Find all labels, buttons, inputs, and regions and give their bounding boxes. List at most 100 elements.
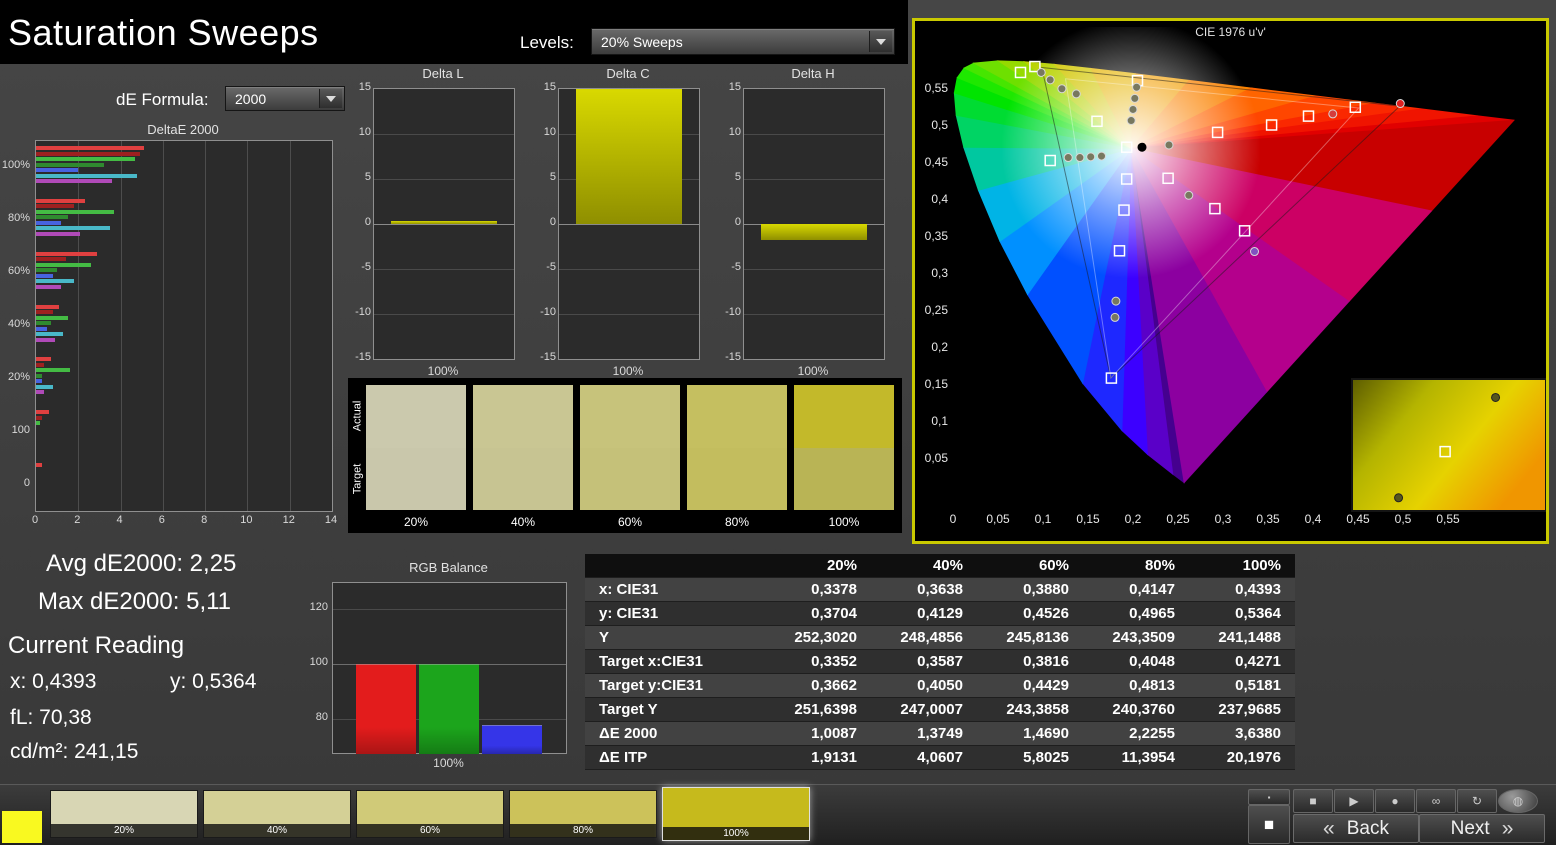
current-cdm2: cd/m²: 241,15 xyxy=(10,740,138,764)
de-formula-value: 2000 xyxy=(235,91,266,107)
row-label: ΔE ITP xyxy=(585,746,765,770)
cell-value: 0,4813 xyxy=(1083,674,1189,698)
chevron-down-icon xyxy=(326,96,336,102)
rgb-balance-panel[interactable]: RGB Balance12010080100% xyxy=(300,560,570,775)
sphere-button[interactable]: ◍ xyxy=(1498,789,1538,813)
svg-text:0,15: 0,15 xyxy=(925,377,949,391)
table-header: 80% xyxy=(1083,554,1189,578)
delta-bar xyxy=(761,224,867,240)
target-swatch xyxy=(366,448,466,510)
dropdown-arrow-button[interactable] xyxy=(869,31,892,52)
x-tick-label: 2 xyxy=(65,514,89,526)
delta_c-chart-panel[interactable]: Delta C151050-5-10-15100% xyxy=(540,66,705,386)
record-button[interactable]: ● xyxy=(1375,789,1415,813)
avg-de2000: Avg dE2000: 2,25 xyxy=(46,550,236,578)
x-label: 100% xyxy=(743,364,883,378)
x-tick-label: 8 xyxy=(192,514,216,526)
cell-value: 0,4050 xyxy=(871,674,977,698)
y-tick-label: 0 xyxy=(0,477,30,489)
y-tick-label: 100% xyxy=(0,159,30,171)
table-row: ΔE 20001,00871,37491,46902,22553,6380 xyxy=(585,722,1295,746)
delta_h-chart-panel[interactable]: Delta H151050-5-10-15100% xyxy=(725,66,890,386)
actual-swatch xyxy=(473,385,573,448)
row-label: Target Y xyxy=(585,698,765,722)
actual-row-label: Actual xyxy=(349,385,365,447)
rgb-bar-red xyxy=(356,664,416,754)
target-swatch xyxy=(473,448,573,510)
table-header: 60% xyxy=(977,554,1083,578)
table-row: ΔE ITP1,91314,06075,802511,395420,1976 xyxy=(585,746,1295,770)
row-label: Y xyxy=(585,626,765,650)
levels-label: Levels: xyxy=(520,33,574,53)
current-fl: fL: 70,38 xyxy=(10,706,92,730)
cie-chart-panel[interactable]: CIE 1976 u'v' 00,050,10,150,20,250,30,35… xyxy=(912,18,1549,544)
back-button[interactable]: « Back xyxy=(1293,814,1419,843)
stop-patches-button[interactable]: ■ xyxy=(1248,805,1290,844)
stop-button[interactable]: ■ xyxy=(1293,789,1333,813)
cell-value: 1,3749 xyxy=(871,722,977,746)
grid-line xyxy=(559,224,699,225)
swatch-cell xyxy=(473,385,573,510)
svg-text:0,05: 0,05 xyxy=(986,512,1010,526)
delta-bar xyxy=(576,89,682,224)
y-tick-label: -10 xyxy=(347,306,371,318)
rgb-plot xyxy=(332,582,567,754)
grid-line xyxy=(205,141,206,511)
grid-line xyxy=(374,314,514,315)
patch-40%[interactable]: 40% xyxy=(203,790,351,838)
de-formula-dropdown[interactable]: 2000 xyxy=(225,86,345,111)
patch-label: 80% xyxy=(510,824,656,837)
y-tick-label: -5 xyxy=(532,261,556,273)
play-button[interactable]: ▶ xyxy=(1334,789,1374,813)
de-bar xyxy=(36,252,97,256)
patch-20%[interactable]: 20% xyxy=(50,790,198,838)
de-bar xyxy=(36,327,47,331)
svg-text:0: 0 xyxy=(950,512,957,526)
table-header xyxy=(585,554,765,578)
cell-value: 0,4526 xyxy=(977,602,1083,626)
dropdown-arrow-button[interactable] xyxy=(319,89,342,108)
cell-value: 0,4965 xyxy=(1083,602,1189,626)
de-bar xyxy=(36,163,104,167)
cell-value: 0,3378 xyxy=(765,578,871,602)
de-bar xyxy=(36,168,78,172)
patch-100%[interactable]: 100% xyxy=(662,787,810,841)
y-tick-label: 20% xyxy=(0,371,30,383)
table-row: x: CIE310,33780,36380,38800,41470,4393 xyxy=(585,578,1295,602)
y-tick-label: 60% xyxy=(0,265,30,277)
actual-swatch xyxy=(580,385,680,448)
de-bar xyxy=(36,385,53,389)
delta_l-chart-panel[interactable]: Delta L151050-5-10-15100% xyxy=(355,66,520,386)
chevron-right-icon: » xyxy=(1502,817,1514,841)
panel-toggle-button[interactable]: ▪ xyxy=(1248,789,1290,805)
cell-value: 0,3638 xyxy=(871,578,977,602)
de-bar xyxy=(36,368,70,372)
target-swatch xyxy=(580,448,680,510)
table-row: Target x:CIE310,33520,35870,38160,40480,… xyxy=(585,650,1295,674)
svg-text:0,2: 0,2 xyxy=(931,340,948,354)
next-button[interactable]: Next » xyxy=(1419,814,1545,843)
next-label: Next xyxy=(1451,818,1490,840)
svg-text:0,35: 0,35 xyxy=(925,229,949,243)
de-bar xyxy=(36,221,61,225)
levels-dropdown[interactable]: 20% Sweeps xyxy=(591,28,895,55)
de-bar xyxy=(36,421,40,425)
target-row-label: Target xyxy=(349,448,365,510)
row-label: Target y:CIE31 xyxy=(585,674,765,698)
cell-value: 248,4856 xyxy=(871,626,977,650)
cell-value: 1,4690 xyxy=(977,722,1083,746)
loop-button[interactable]: ∞ xyxy=(1416,789,1456,813)
patch-80%[interactable]: 80% xyxy=(509,790,657,838)
row-label: x: CIE31 xyxy=(585,578,765,602)
deltae2000-chart-panel[interactable]: DeltaE 2000100%80%60%40%20%1000024681012… xyxy=(0,120,348,532)
current-x: x: 0,4393 xyxy=(10,670,96,694)
cell-value: 0,4271 xyxy=(1189,650,1295,674)
y-tick-label: 10 xyxy=(532,126,556,138)
de-bar xyxy=(36,215,68,219)
patch-60%[interactable]: 60% xyxy=(356,790,504,838)
table-row: Y252,3020248,4856245,8136243,3509241,148… xyxy=(585,626,1295,650)
cell-value: 0,5181 xyxy=(1189,674,1295,698)
refresh-button[interactable]: ↻ xyxy=(1457,789,1497,813)
cell-value: 243,3858 xyxy=(977,698,1083,722)
y-tick-label: 15 xyxy=(532,81,556,93)
